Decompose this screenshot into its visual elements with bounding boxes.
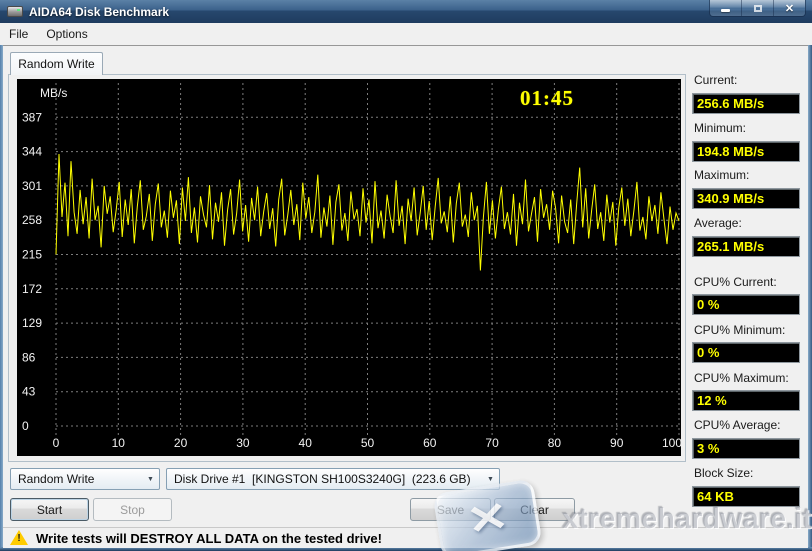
minimize-button[interactable] (710, 0, 742, 16)
start-button[interactable]: Start (10, 498, 89, 521)
tab-label: Random Write (18, 57, 94, 71)
menu-options[interactable]: Options (37, 23, 96, 45)
svg-text:129: 129 (22, 316, 42, 330)
svg-text:MB/s: MB/s (40, 86, 67, 100)
cpu-maximum-value: 12 % (692, 390, 800, 411)
minimum-label: Minimum: (694, 121, 806, 136)
window-border-right (808, 45, 812, 548)
svg-text:301: 301 (22, 179, 42, 193)
stop-button[interactable]: Stop (93, 498, 172, 521)
svg-text:10: 10 (112, 436, 126, 450)
warning-icon: ! (10, 530, 28, 546)
svg-text:50: 50 (361, 436, 375, 450)
benchmark-chart: 387 344 301 258 215 172 129 86 43 0 MB/s 0 10 20 30 40 5… (17, 79, 681, 456)
svg-text:100 %: 100 % (662, 436, 681, 450)
chevron-down-icon: ▼ (142, 476, 159, 483)
maximize-icon (754, 5, 762, 12)
cpu-minimum-value: 0 % (692, 342, 800, 363)
svg-text:30: 30 (236, 436, 250, 450)
svg-text:70: 70 (485, 436, 499, 450)
svg-text:40: 40 (299, 436, 313, 450)
block-size-label: Block Size: (694, 466, 806, 481)
minimum-value: 194.8 MB/s (692, 141, 800, 162)
chart-canvas: 387 344 301 258 215 172 129 86 43 0 MB/s 0 10 20 30 40 5… (17, 79, 681, 456)
maximum-value: 340.9 MB/s (692, 188, 800, 209)
current-value: 256.6 MB/s (692, 93, 800, 114)
average-value: 265.1 MB/s (692, 236, 800, 257)
maximum-label: Maximum: (694, 168, 806, 183)
cpu-minimum-label: CPU% Minimum: (694, 323, 806, 338)
cpu-current-value: 0 % (692, 294, 800, 315)
test-type-value: Random Write (11, 472, 142, 486)
svg-text:90: 90 (610, 436, 624, 450)
cpu-average-label: CPU% Average: (694, 418, 806, 433)
tab-random-write[interactable]: Random Write (10, 52, 103, 75)
average-label: Average: (694, 216, 806, 231)
window-controls: ✕ (709, 0, 806, 17)
maximize-button[interactable] (742, 0, 774, 16)
window-border-left (0, 45, 3, 548)
svg-text:258: 258 (22, 213, 42, 227)
clear-button[interactable]: Clear (494, 498, 575, 521)
save-button[interactable]: Save (410, 498, 491, 521)
cpu-maximum-label: CPU% Maximum: (694, 371, 806, 386)
svg-text:387: 387 (22, 110, 42, 124)
window-title: AIDA64 Disk Benchmark (29, 5, 169, 19)
title-bar: AIDA64 Disk Benchmark ✕ (0, 0, 812, 23)
cpu-average-value: 3 % (692, 438, 800, 459)
svg-text:86: 86 (22, 350, 36, 364)
minimize-icon (721, 9, 730, 12)
close-button[interactable]: ✕ (774, 0, 805, 16)
status-warning-text: Write tests will DESTROY ALL DATA on the… (36, 531, 382, 546)
block-size-value: 64 KB (692, 486, 800, 507)
svg-text:344: 344 (22, 145, 42, 159)
app-window: AIDA64 Disk Benchmark ✕ File Options Ran… (0, 0, 812, 551)
elapsed-time: 01:45 (487, 86, 607, 111)
svg-text:60: 60 (423, 436, 437, 450)
svg-text:0: 0 (22, 419, 29, 433)
svg-text:43: 43 (22, 385, 36, 399)
test-type-select[interactable]: Random Write ▼ (10, 468, 160, 490)
drive-select[interactable]: Disk Drive #1 [KINGSTON SH100S3240G] (22… (166, 468, 500, 490)
svg-text:215: 215 (22, 248, 42, 262)
svg-text:20: 20 (174, 436, 188, 450)
drive-select-value: Disk Drive #1 [KINGSTON SH100S3240G] (22… (167, 472, 482, 486)
cpu-current-label: CPU% Current: (694, 275, 806, 290)
close-icon: ✕ (785, 2, 794, 15)
menu-file[interactable]: File (0, 23, 37, 45)
svg-text:80: 80 (548, 436, 562, 450)
svg-text:172: 172 (22, 282, 42, 296)
chevron-down-icon: ▼ (482, 476, 499, 483)
disk-icon (7, 6, 23, 17)
svg-text:0: 0 (53, 436, 60, 450)
menu-bar: File Options (0, 23, 812, 46)
status-bar: ! Write tests will DESTROY ALL DATA on t… (3, 527, 808, 548)
current-label: Current: (694, 73, 806, 88)
